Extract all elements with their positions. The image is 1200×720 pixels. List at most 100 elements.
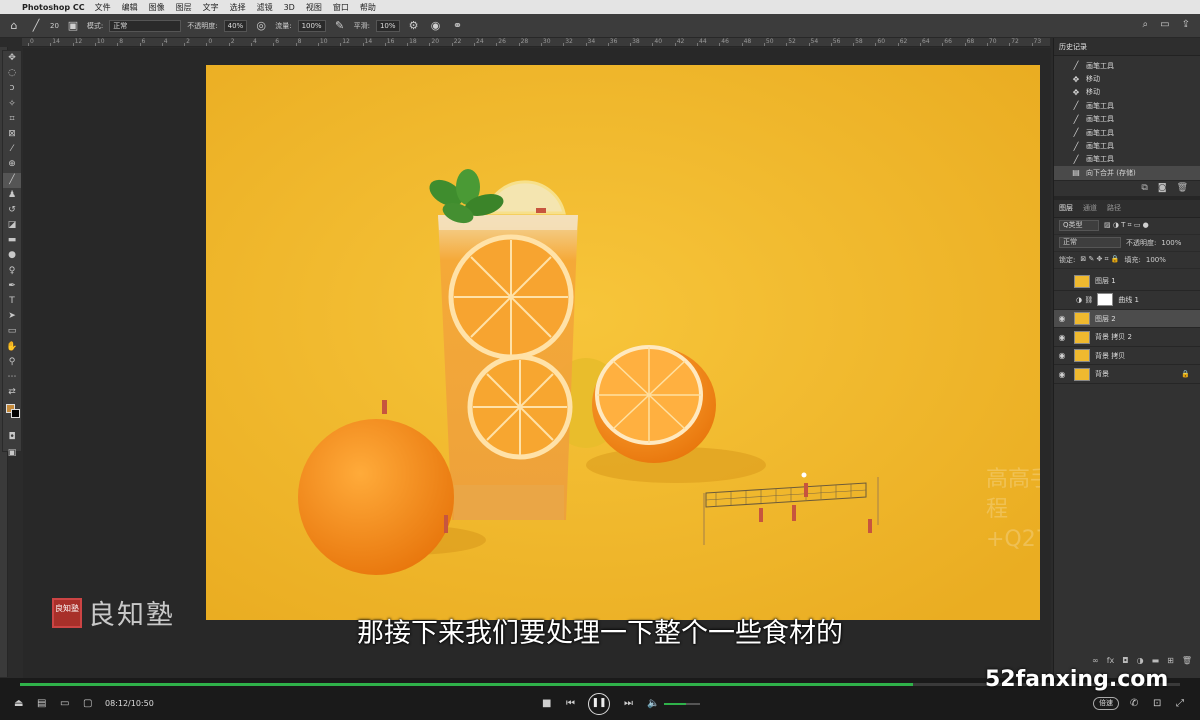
tab-history[interactable]: 历史记录	[1059, 42, 1087, 52]
symmetry-icon[interactable]: ⚭	[450, 19, 466, 32]
lasso-tool-icon[interactable]: ↄ	[3, 81, 21, 96]
layer-row[interactable]: ◉ 背景 拷贝 2	[1054, 328, 1200, 347]
layer-row[interactable]: ◑ ⛓ 曲线 1	[1054, 291, 1200, 310]
trash-icon[interactable]: 🗑	[1177, 183, 1188, 193]
workspace-icon[interactable]: ▭	[1160, 19, 1169, 30]
layer-thumbnail[interactable]	[1074, 312, 1090, 325]
smooth-field[interactable]: 10%	[375, 19, 400, 32]
history-item[interactable]: ✥ 移动	[1054, 86, 1200, 99]
settings-gear-icon[interactable]: ⚙	[406, 19, 422, 32]
layer-opacity-field[interactable]: 100%	[1161, 239, 1181, 247]
stamp-tool-icon[interactable]: ♟	[3, 188, 21, 203]
eyedropper-tool-icon[interactable]: ⁄	[3, 142, 21, 157]
type-tool-icon[interactable]: T	[3, 294, 21, 309]
speed-button[interactable]: 倍速	[1093, 697, 1119, 710]
history-item[interactable]: ╱ 画笔工具	[1054, 99, 1200, 112]
screen-mode-icon[interactable]: ▣	[3, 446, 21, 461]
lock-icon[interactable]: 🔒	[1181, 370, 1190, 378]
marquee-tool-icon[interactable]: ◌	[3, 66, 21, 81]
menu-layer[interactable]: 图层	[176, 2, 192, 13]
layer-name[interactable]: 曲线 1	[1118, 295, 1139, 305]
filter-icons[interactable]: ▨ ◑ T ⌗ ▭ ●	[1104, 221, 1149, 230]
previous-icon[interactable]: ⏮	[566, 698, 575, 709]
layer-mask-thumbnail[interactable]	[1097, 293, 1114, 307]
next-icon[interactable]: ⏭	[624, 698, 633, 709]
menu-window[interactable]: 窗口	[333, 2, 349, 13]
layer-filter-select[interactable]: Q类型	[1059, 220, 1099, 232]
dodge-tool-icon[interactable]: ♀	[3, 264, 21, 279]
comment-icon[interactable]: ▭	[60, 698, 69, 709]
layer-row[interactable]: ◉ 背景 🔒	[1054, 365, 1200, 385]
more-tools-icon[interactable]: ⋯	[3, 370, 21, 385]
app-name[interactable]: Photoshop CC	[22, 3, 85, 12]
menu-type[interactable]: 文字	[203, 2, 219, 13]
layer-name[interactable]: 图层 1	[1095, 276, 1116, 286]
magic-wand-icon[interactable]: ✧	[3, 97, 21, 112]
share-icon[interactable]: ⇪	[1182, 19, 1190, 30]
fill-field[interactable]: 100%	[1146, 256, 1166, 264]
menu-select[interactable]: 选择	[230, 2, 246, 13]
brush-tool-icon[interactable]: ╱	[28, 19, 44, 32]
tab-layers[interactable]: 图层	[1059, 203, 1073, 213]
eye-icon[interactable]: ◉	[1054, 333, 1070, 342]
menu-edit[interactable]: 编辑	[122, 2, 138, 13]
pressure-size-icon[interactable]: ◉	[428, 19, 444, 32]
flow-field[interactable]: 100%	[297, 19, 326, 32]
eye-icon[interactable]: ◉	[1054, 314, 1070, 323]
layer-name[interactable]: 背景 拷贝	[1095, 351, 1125, 361]
zoom-tool-icon[interactable]: ⚲	[3, 355, 21, 370]
blur-tool-icon[interactable]: ●	[3, 248, 21, 263]
layer-row[interactable]: 图层 1	[1054, 273, 1200, 292]
volume-icon[interactable]: 🔈	[647, 698, 659, 709]
eye-icon[interactable]: ◉	[1054, 351, 1070, 360]
move-tool-icon[interactable]: ✥	[3, 51, 21, 66]
menu-help[interactable]: 帮助	[360, 2, 376, 13]
gradient-tool-icon[interactable]: ▬	[3, 233, 21, 248]
healing-tool-icon[interactable]: ⊕	[3, 157, 21, 172]
blend-mode-select[interactable]: 正常	[1059, 237, 1121, 249]
opacity-field[interactable]: 40%	[223, 19, 248, 32]
subtitle-icon[interactable]: ▤	[37, 698, 46, 709]
history-item[interactable]: ╱ 画笔工具	[1054, 139, 1200, 152]
volume-slider[interactable]	[664, 703, 700, 705]
tab-channels[interactable]: 通道	[1083, 203, 1097, 213]
menu-3d[interactable]: 3D	[284, 3, 295, 12]
history-item[interactable]: ╱ 画笔工具	[1054, 126, 1200, 139]
menu-filter[interactable]: 滤镜	[257, 2, 273, 13]
history-item[interactable]: ╱ 画笔工具	[1054, 153, 1200, 166]
frame-tool-icon[interactable]: ⊠	[3, 127, 21, 142]
menu-file[interactable]: 文件	[95, 2, 111, 13]
shape-tool-icon[interactable]: ▭	[3, 324, 21, 339]
layer-thumbnail[interactable]	[1074, 349, 1090, 363]
swap-colors-icon[interactable]: ⇄	[3, 385, 21, 400]
layer-thumbnail[interactable]	[1074, 274, 1090, 288]
phone-icon[interactable]: ✆	[1130, 698, 1138, 709]
menu-image[interactable]: 图像	[149, 2, 165, 13]
history-item[interactable]: ╱ 画笔工具	[1054, 59, 1200, 72]
layer-name[interactable]: 背景 拷贝 2	[1095, 332, 1132, 342]
background-color[interactable]	[11, 409, 20, 418]
fullscreen-icon[interactable]: ⤢	[1176, 698, 1184, 709]
history-brush-icon[interactable]: ↺	[3, 203, 21, 218]
history-item[interactable]: ▤ 向下合并 (存储)	[1054, 166, 1200, 180]
eye-icon[interactable]: ◉	[1054, 370, 1070, 379]
layer-row[interactable]: ◉ 背景 拷贝	[1054, 347, 1200, 366]
layer-row[interactable]: ◉ 图层 2	[1054, 309, 1200, 329]
layer-name[interactable]: 背景	[1095, 369, 1109, 379]
layer-thumbnail[interactable]	[1074, 330, 1090, 344]
snapshot-camera-icon[interactable]: ◙	[1158, 183, 1167, 193]
hand-tool-icon[interactable]: ✋	[3, 340, 21, 355]
new-doc-from-state-icon[interactable]: ⧉	[1141, 183, 1147, 193]
menu-view[interactable]: 视图	[306, 2, 322, 13]
crop-tool-icon[interactable]: ⌗	[3, 112, 21, 127]
brush-size[interactable]: 20	[50, 22, 59, 30]
mode-select[interactable]: 正常	[109, 19, 182, 32]
pen-tool-icon[interactable]: ✒	[3, 279, 21, 294]
layer-name[interactable]: 图层 2	[1095, 314, 1116, 324]
pause-button[interactable]: ❚❚	[588, 693, 610, 715]
eraser-tool-icon[interactable]: ◪	[3, 218, 21, 233]
airbrush-icon[interactable]: ✎	[332, 19, 348, 32]
history-item[interactable]: ╱ 画笔工具	[1054, 113, 1200, 126]
layer-thumbnail[interactable]	[1074, 367, 1090, 381]
delete-layer-icon[interactable]: 🗑	[1182, 656, 1192, 670]
